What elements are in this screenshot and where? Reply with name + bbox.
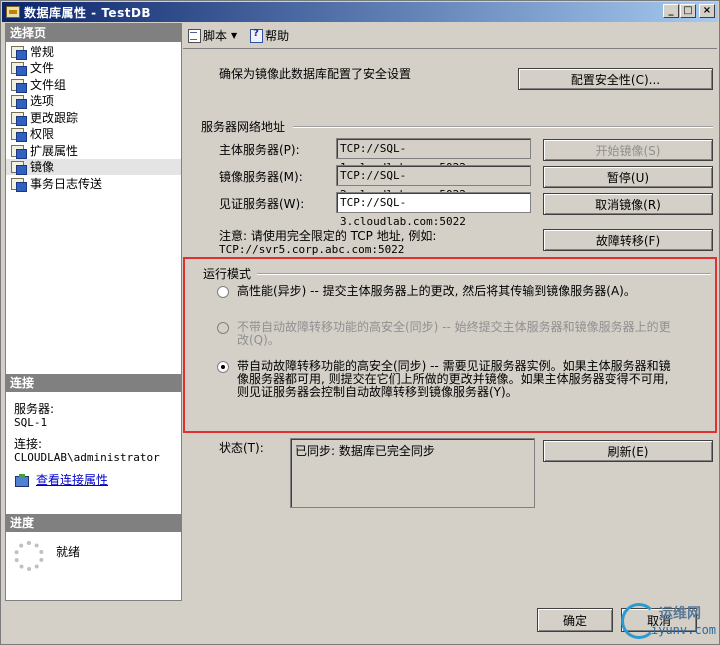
database-icon [6,6,20,18]
page-item-files[interactable]: 文件 [6,60,181,77]
watermark-logo: 运维网 iyunv.com [613,601,717,643]
radio-high-safety[interactable]: 不带自动故障转移功能的高安全(同步) -- 始终提交主体服务器和镜像服务器上的更… [217,321,671,347]
page-item-permissions[interactable]: 权限 [6,126,181,143]
page-icon [10,111,27,126]
configure-security-button[interactable]: 配置安全性(C)... [518,68,713,90]
page-item-options[interactable]: 选项 [6,93,181,110]
progress-area: 就绪 [14,541,179,571]
witness-label: 见证服务器(W): [219,197,305,211]
witness-server-field[interactable]: TCP://SQL-3.cloudlab.com:5022 [336,192,531,228]
toolbar: 脚本 ▼ 帮助 [183,23,717,47]
mirroring-page: 确保为镜像此数据库配置了安全设置 配置安全性(C)... 服务器网络地址 主体服… [183,48,717,601]
connection-label: 连接: [14,437,43,451]
operating-mode-label: 运行模式 [203,267,252,281]
page-item-mirroring[interactable]: 镜像 [6,158,181,176]
group-divider [293,126,713,128]
address-note: 注意: 请使用完全限定的 TCP 地址, 例如: TCP://svr5.corp… [219,229,437,257]
radio-button[interactable] [217,361,229,373]
refresh-button[interactable]: 刷新(E) [543,440,713,462]
progress-header: 进度 [6,514,181,532]
close-button[interactable]: × [699,4,715,18]
database-properties-window: 数据库属性 - TestDB _ □ × 选择页 常规 文件 文件组 选项 更改… [0,0,720,645]
server-label: 服务器: [14,402,55,416]
page-icon [10,78,27,93]
group-divider [257,273,711,275]
page-item-general[interactable]: 常规 [6,43,181,60]
maximize-button[interactable]: □ [680,4,696,18]
view-connection-properties-link[interactable]: 查看连接属性 [14,474,179,487]
connection-info: 服务器: SQL-1 连接: CLOUDLAB\administrator 查看… [14,403,179,487]
security-text: 确保为镜像此数据库配置了安全设置 [219,67,412,81]
minimize-button[interactable]: _ [663,4,679,18]
page-icon [10,177,27,192]
page-icon [10,45,27,60]
page-icon [10,127,27,143]
radio-button[interactable] [217,286,229,298]
page-icon [10,144,27,159]
principal-server-field[interactable]: TCP://SQL-1.cloudlab.com:5022 [336,138,531,174]
help-button[interactable]: 帮助 [249,27,289,44]
page-item-extended-properties[interactable]: 扩展属性 [6,142,181,159]
connection-properties-icon [14,474,30,487]
page-icon [10,94,27,110]
chevron-down-icon: ▼ [231,30,238,40]
status-label: 状态(T): [219,441,264,455]
principal-label: 主体服务器(P): [219,143,300,157]
progress-spinner-icon [14,541,44,571]
script-button[interactable]: 脚本 ▼ [187,27,237,44]
help-icon [249,28,264,43]
progress-status: 就绪 [56,545,81,559]
page-item-filegroups[interactable]: 文件组 [6,76,181,93]
script-icon [187,28,201,43]
server-value: SQL-1 [14,416,48,429]
page-item-log-shipping[interactable]: 事务日志传送 [6,175,181,192]
radio-button[interactable] [217,322,229,334]
operating-mode-highlight: 运行模式 高性能(异步) -- 提交主体服务器上的更改, 然后将其传输到镜像服务… [183,257,717,433]
connection-value: CLOUDLAB\administrator [14,451,160,464]
pause-button[interactable]: 暂停(U) [543,166,713,188]
page-icon [10,61,27,77]
start-mirroring-button[interactable]: 开始镜像(S) [543,139,713,161]
mirror-server-field[interactable]: TCP://SQL-2.cloudlab.com:5022 [336,165,531,201]
title-bar: 数据库属性 - TestDB _ □ × [2,2,718,22]
status-field: 已同步: 数据库已完全同步 [290,438,535,508]
page-icon [10,160,27,176]
window-title: 数据库属性 - TestDB [24,5,152,20]
select-page-header: 选择页 [6,24,181,42]
radio-high-performance[interactable]: 高性能(异步) -- 提交主体服务器上的更改, 然后将其传输到镜像服务器(A)。 [217,285,636,298]
window-controls: _ □ × [663,4,715,18]
left-panel: 选择页 常规 文件 文件组 选项 更改跟踪 权限 扩展属性 镜像 事务日志传送 … [5,23,182,601]
failover-button[interactable]: 故障转移(F) [543,229,713,251]
connection-header: 连接 [6,374,181,392]
page-item-change-tracking[interactable]: 更改跟踪 [6,109,181,126]
page-list: 常规 文件 文件组 选项 更改跟踪 权限 扩展属性 镜像 事务日志传送 [6,43,181,192]
remove-mirroring-button[interactable]: 取消镜像(R) [543,193,713,215]
mirror-label: 镜像服务器(M): [219,170,303,184]
ok-button[interactable]: 确定 [537,608,613,632]
radio-high-safety-auto-failover[interactable]: 带自动故障转移功能的高安全(同步) -- 需要见证服务器实例。如果主体服务器和镜… [217,360,671,399]
network-group-label: 服务器网络地址 [201,120,286,134]
